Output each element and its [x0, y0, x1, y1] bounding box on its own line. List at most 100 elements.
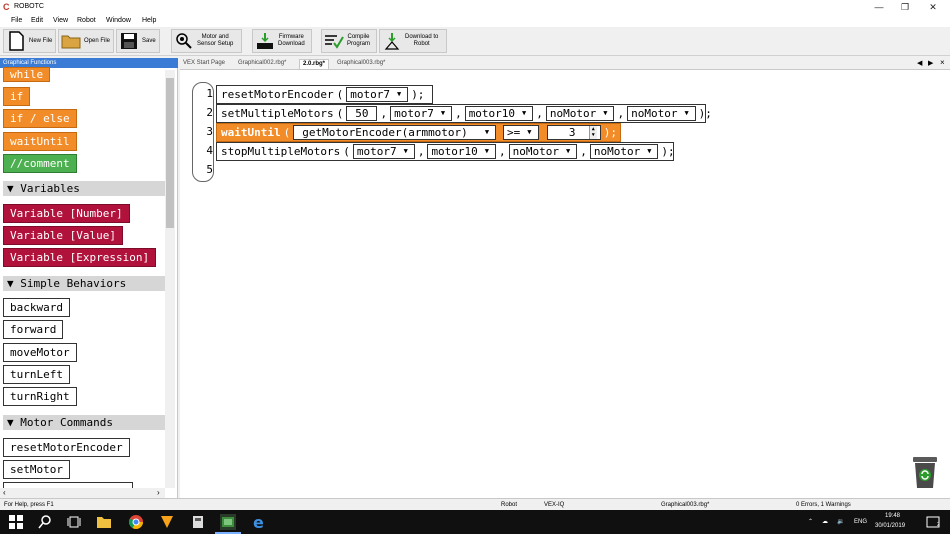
sidebar-vertical-scrollbar[interactable]	[165, 70, 175, 488]
tab-scroll-left-icon[interactable]: ◀	[917, 59, 922, 67]
tray-expand-icon[interactable]: ⌃	[808, 518, 813, 525]
dropdown-arrow-icon: ▼	[440, 109, 446, 117]
robotc-taskbar-icon[interactable]	[220, 514, 236, 530]
scrollbar-thumb[interactable]	[166, 78, 174, 228]
block-variable-value[interactable]: Variable [Value]	[3, 226, 123, 245]
block-variable-number[interactable]: Variable [Number]	[3, 204, 130, 223]
search-icon[interactable]	[37, 514, 53, 530]
block-resetmotorencoder[interactable]: resetMotorEncoder	[3, 438, 130, 457]
minimize-button[interactable]: —	[868, 0, 890, 15]
folder-icon	[61, 31, 81, 51]
motor-dropdown[interactable]: noMotor ▼	[508, 144, 578, 159]
scroll-left-icon[interactable]: ‹	[3, 488, 6, 497]
dropdown-arrow-icon: ▼	[684, 109, 689, 117]
code-line-reset-encoder[interactable]: resetMotorEncoder ( motor7 ▼ );	[216, 85, 433, 104]
block-setmotor[interactable]: setMotor	[3, 460, 70, 479]
menu-view[interactable]: View	[53, 17, 68, 24]
notification-count: 2	[937, 522, 940, 528]
status-errors: 0 Errors, 1 Warnings	[796, 502, 851, 508]
chrome-icon[interactable]	[128, 514, 144, 530]
app-icon[interactable]	[190, 514, 206, 530]
clock-time[interactable]: 19:48	[885, 513, 900, 519]
line-number: 5	[206, 163, 213, 176]
motor-dropdown[interactable]: motor10 ▼	[464, 106, 534, 121]
menu-robot[interactable]: Robot	[77, 17, 96, 24]
dropdown-arrow-icon: ▼	[527, 128, 532, 136]
status-bar: For Help, press F1 Robot VEX-IQ Graphica…	[0, 498, 950, 510]
section-variables[interactable]: ▼ Variables	[3, 181, 165, 196]
block-forward[interactable]: forward	[3, 320, 64, 339]
speed-input[interactable]: 50	[346, 106, 378, 121]
edge-icon[interactable]: e	[251, 513, 267, 532]
tab-scroll-right-icon[interactable]: ▶	[928, 59, 933, 67]
task-view-icon[interactable]	[66, 514, 82, 530]
motor-dropdown[interactable]: motor10 ▼	[427, 144, 497, 159]
dropdown-arrow-icon: ▼	[484, 128, 490, 136]
motor-dropdown[interactable]: noMotor ▼	[589, 144, 659, 159]
motor-sensor-setup-button[interactable]: Motor and Sensor Setup	[171, 29, 242, 53]
close-button[interactable]: ✕	[922, 0, 944, 15]
menu-edit[interactable]: Edit	[31, 17, 43, 24]
value-spinner[interactable]: 3 ▲ ▼	[546, 125, 601, 140]
section-motor-commands[interactable]: ▼ Motor Commands	[3, 415, 165, 430]
dropdown-arrow-icon: ▼	[522, 109, 527, 117]
motor-dropdown[interactable]: motor7 ▼	[390, 106, 453, 121]
document-tabs: VEX Start Page Graphical002.rbg* 2.0.rbg…	[180, 58, 950, 69]
window-title: ROBOTC	[14, 3, 44, 10]
menu-help[interactable]: Help	[142, 17, 156, 24]
tab-vex-start-page[interactable]: VEX Start Page	[180, 59, 228, 69]
trash-can-icon[interactable]	[911, 455, 939, 489]
save-button[interactable]: Save	[116, 29, 160, 53]
motor-dropdown[interactable]: motor7 ▼	[352, 144, 415, 159]
open-file-button[interactable]: Open File	[58, 29, 114, 53]
sidebar-horizontal-scrollbar[interactable]: ‹ ›	[0, 488, 165, 498]
dropdown-arrow-icon: ▼	[603, 109, 608, 117]
condition-dropdown[interactable]: getMotorEncoder(armmotor) ▼	[293, 125, 497, 140]
motor-dropdown[interactable]: noMotor ▼	[627, 106, 696, 121]
language-indicator[interactable]: ENG	[854, 519, 867, 525]
block-if-else[interactable]: if / else	[3, 109, 77, 128]
windows-start-icon[interactable]	[8, 514, 24, 530]
block-movemotor[interactable]: moveMotor	[3, 343, 77, 362]
block-variable-expression[interactable]: Variable [Expression]	[3, 248, 157, 267]
block-turnleft[interactable]: turnLeft	[3, 365, 70, 384]
vlc-icon[interactable]	[159, 514, 175, 530]
tab-graphical003[interactable]: Graphical003.rbg*	[334, 59, 388, 69]
code-line-set-multiple-motors[interactable]: setMultipleMotors ( 50 , motor7 ▼ , motor…	[216, 104, 712, 123]
block-if[interactable]: if	[3, 87, 31, 106]
new-file-button[interactable]: New File	[3, 29, 56, 53]
network-icon[interactable]: ☁	[822, 518, 828, 525]
block-while[interactable]: while	[3, 67, 51, 82]
spinner-arrows-icon[interactable]: ▲ ▼	[588, 126, 597, 139]
dropdown-arrow-icon: ▼	[396, 90, 402, 98]
menu-bar: File Edit View Robot Window Help	[0, 15, 950, 27]
compile-program-button[interactable]: Compile Program	[321, 29, 377, 53]
section-simple-behaviors[interactable]: ▼ Simple Behaviors	[3, 276, 165, 291]
maximize-button[interactable]: ❐	[894, 0, 916, 15]
block-comment[interactable]: //comment	[3, 154, 77, 173]
block-turnright[interactable]: turnRight	[3, 387, 77, 406]
code-line-wait-until[interactable]: waitUntil ( getMotorEncoder(armmotor) ▼ >…	[216, 123, 621, 142]
tab-2-0[interactable]: 2.0.rbg*	[299, 59, 330, 69]
motor-dropdown[interactable]: motor7 ▼	[346, 87, 409, 102]
file-explorer-icon[interactable]	[96, 514, 112, 530]
clock-date[interactable]: 30/01/2019	[875, 523, 905, 529]
code-line-stop-multiple-motors[interactable]: stopMultipleMotors ( motor7 ▼ , motor10 ▼ …	[216, 142, 675, 161]
tab-close-icon[interactable]: ×	[940, 58, 945, 67]
status-target: Robot	[501, 502, 518, 508]
dropdown-arrow-icon: ▼	[403, 147, 408, 155]
firmware-download-button[interactable]: Firmware Download	[252, 29, 312, 53]
operator-dropdown[interactable]: >= ▼	[503, 125, 539, 140]
code-editor[interactable]: 1 2 3 4 5 resetMotorEncoder ( motor7 ▼ );…	[180, 69, 950, 498]
motor-sensor-icon	[174, 31, 194, 51]
download-to-robot-button[interactable]: Download to Robot	[379, 29, 447, 53]
scroll-right-icon[interactable]: ›	[157, 488, 160, 497]
motor-dropdown[interactable]: noMotor ▼	[545, 106, 615, 121]
menu-file[interactable]: File	[11, 17, 22, 24]
block-backward[interactable]: backward	[3, 298, 70, 317]
tab-graphical002[interactable]: Graphical002.rbg*	[235, 59, 289, 69]
menu-window[interactable]: Window	[106, 17, 131, 24]
volume-icon[interactable]: 🔉	[837, 518, 844, 525]
block-waituntil[interactable]: waitUntil	[3, 132, 77, 151]
function-name: setMultipleMotors	[221, 107, 334, 120]
